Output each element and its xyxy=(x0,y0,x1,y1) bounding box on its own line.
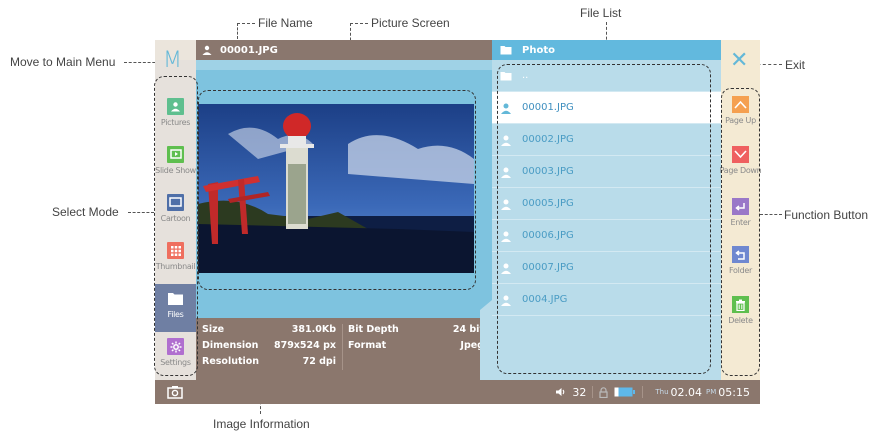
dimension-label: Dimension xyxy=(202,340,259,351)
callout-picture-screen: Picture Screen xyxy=(371,16,450,30)
status-bar: 32 Thu 02.04 PM 05:15 xyxy=(155,380,760,404)
folder-icon xyxy=(500,46,512,55)
person-icon xyxy=(202,45,212,55)
file-list-highlight xyxy=(497,64,711,374)
picture-strip xyxy=(196,60,492,70)
callout-select-mode: Select Mode xyxy=(52,205,119,219)
camera-icon[interactable] xyxy=(167,385,183,399)
status-day: Thu xyxy=(655,388,669,396)
callout-function-button: Function Button xyxy=(784,208,869,222)
battery-icon xyxy=(614,387,636,397)
exit-button[interactable]: ✕ xyxy=(730,50,748,72)
filename-bar: 00001.JPG xyxy=(196,40,492,60)
size-label: Size xyxy=(202,324,225,335)
speaker-icon[interactable] xyxy=(555,387,567,397)
lock-icon[interactable] xyxy=(599,386,608,398)
select-mode-highlight xyxy=(154,76,198,376)
dimension-value: 879x524 px xyxy=(273,340,336,351)
resolution-value: 72 dpi xyxy=(302,356,336,367)
volume-level: 32 xyxy=(572,385,587,399)
status-time: 05:15 xyxy=(718,385,750,399)
function-button-highlight xyxy=(721,88,760,376)
main-menu-button[interactable]: M xyxy=(163,48,182,73)
format-label: Format xyxy=(348,340,387,351)
callout-file-list: File List xyxy=(580,6,622,20)
callout-image-information: Image Information xyxy=(213,417,310,431)
callout-move-to-main-menu: Move to Main Menu xyxy=(10,55,116,69)
picture-screen-highlight xyxy=(198,90,476,290)
callout-file-name: File Name xyxy=(258,16,313,30)
current-file-name: 00001.JPG xyxy=(220,44,278,56)
status-ampm: PM xyxy=(706,388,717,396)
status-date: 02.04 xyxy=(670,385,703,399)
folder-name: Photo xyxy=(522,44,555,56)
image-information: Size 381.0Kb Dimension 879x524 px Resolu… xyxy=(196,318,492,380)
size-value: 381.0Kb xyxy=(291,324,336,335)
bitdepth-label: Bit Depth xyxy=(348,324,399,335)
callout-exit: Exit xyxy=(785,58,806,72)
folder-header: Photo xyxy=(492,40,721,60)
resolution-label: Resolution xyxy=(202,356,260,367)
